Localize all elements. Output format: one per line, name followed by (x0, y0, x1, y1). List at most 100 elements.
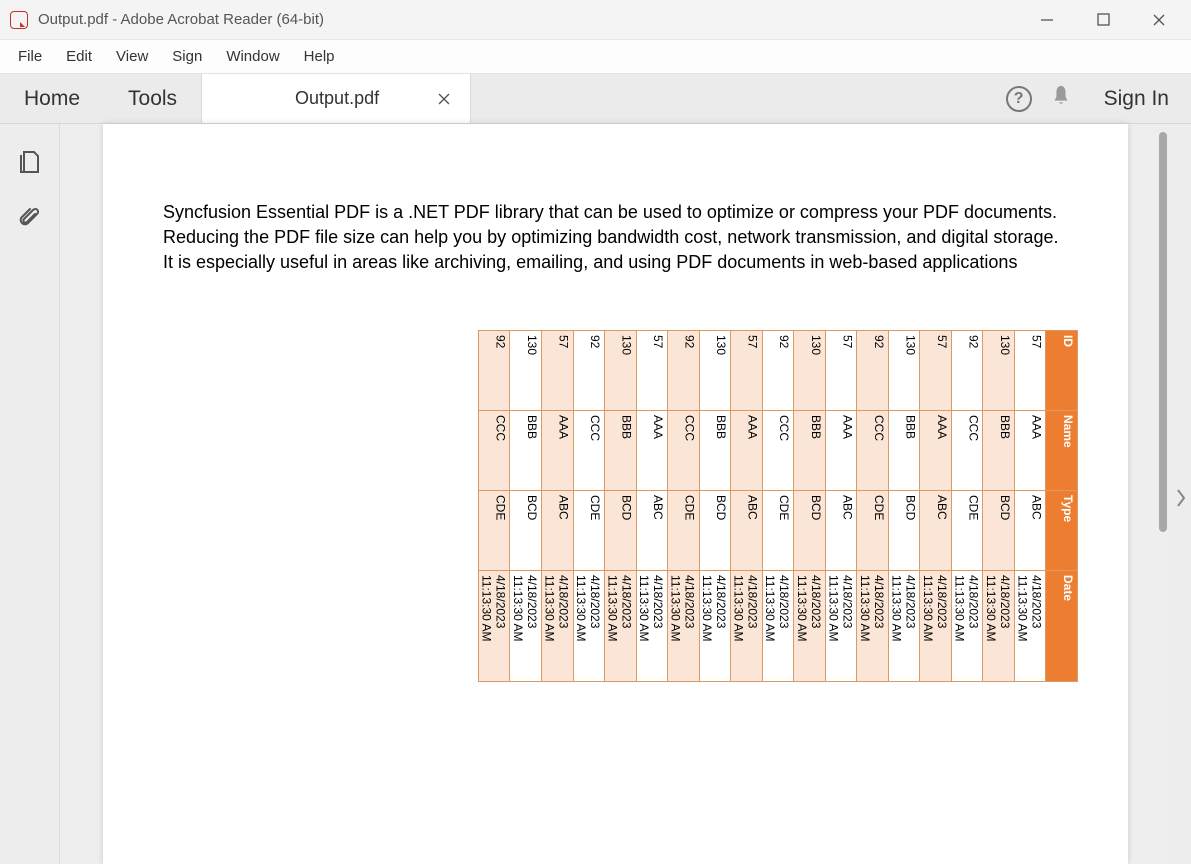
table-cell-id: 130 (605, 331, 636, 411)
table-cell-id: 130 (889, 331, 920, 411)
table-row: 130BBBBCD4/18/2023 11:13:30 AM (982, 331, 1014, 681)
table-cell-date: 4/18/2023 11:13:30 AM (889, 571, 920, 681)
title-bar: Output.pdf - Adobe Acrobat Reader (64-bi… (0, 0, 1191, 40)
table-cell-type: BCD (510, 491, 541, 571)
help-icon[interactable]: ? (1006, 86, 1032, 112)
table-cell-date: 4/18/2023 11:13:30 AM (983, 571, 1014, 681)
table-cell-name: AAA (731, 411, 762, 491)
table-cell-type: ABC (1015, 491, 1046, 571)
table-cell-date: 4/18/2023 11:13:30 AM (920, 571, 951, 681)
tab-home[interactable]: Home (0, 74, 104, 123)
table-cell-name: CCC (479, 411, 510, 491)
tab-row: Home Tools Output.pdf ? Sign In (0, 74, 1191, 124)
table-cell-type: ABC (542, 491, 573, 571)
table-cell-id: 130 (983, 331, 1014, 411)
table-cell-name: BBB (889, 411, 920, 491)
table-cell-name: CCC (763, 411, 794, 491)
table-cell-name: BBB (700, 411, 731, 491)
window-title: Output.pdf - Adobe Acrobat Reader (64-bi… (38, 11, 324, 28)
table-cell-date: 4/18/2023 11:13:30 AM (952, 571, 983, 681)
table-cell-date: 4/18/2023 11:13:30 AM (826, 571, 857, 681)
table-header-id: ID (1046, 331, 1077, 411)
table-row: 57AAAABC4/18/2023 11:13:30 AM (730, 331, 762, 681)
table-row: 92CCCCDE4/18/2023 11:13:30 AM (856, 331, 888, 681)
left-tool-rail (0, 124, 60, 864)
table-row: 92CCCCDE4/18/2023 11:13:30 AM (951, 331, 983, 681)
next-page-arrow[interactable] (1173, 484, 1189, 512)
menu-file[interactable]: File (6, 42, 54, 71)
table-cell-id: 92 (574, 331, 605, 411)
tab-tools[interactable]: Tools (104, 74, 201, 123)
table-cell-name: CCC (574, 411, 605, 491)
scrollbar-thumb[interactable] (1159, 132, 1167, 532)
table-cell-id: 130 (700, 331, 731, 411)
sign-in-button[interactable]: Sign In (1082, 74, 1191, 123)
minimize-button[interactable] (1019, 0, 1075, 40)
table-cell-name: AAA (920, 411, 951, 491)
document-tab[interactable]: Output.pdf (201, 74, 471, 123)
table-cell-id: 92 (763, 331, 794, 411)
maximize-button[interactable] (1075, 0, 1131, 40)
table-cell-date: 4/18/2023 11:13:30 AM (794, 571, 825, 681)
table-cell-date: 4/18/2023 11:13:30 AM (731, 571, 762, 681)
table-cell-date: 4/18/2023 11:13:30 AM (510, 571, 541, 681)
table-cell-date: 4/18/2023 11:13:30 AM (668, 571, 699, 681)
table-row: 130BBBBCD4/18/2023 11:13:30 AM (509, 331, 541, 681)
table-cell-type: BCD (889, 491, 920, 571)
menu-view[interactable]: View (104, 42, 160, 71)
table-cell-name: CCC (857, 411, 888, 491)
table-cell-name: AAA (826, 411, 857, 491)
table-cell-type: CDE (857, 491, 888, 571)
workspace: Syncfusion Essential PDF is a .NET PDF l… (0, 124, 1191, 864)
pdf-page: Syncfusion Essential PDF is a .NET PDF l… (103, 124, 1128, 864)
menu-window[interactable]: Window (214, 42, 291, 71)
menu-bar: File Edit View Sign Window Help (0, 40, 1191, 74)
table-cell-id: 92 (857, 331, 888, 411)
table-cell-name: BBB (510, 411, 541, 491)
table-cell-type: ABC (920, 491, 951, 571)
menu-help[interactable]: Help (292, 42, 347, 71)
table-cell-name: AAA (637, 411, 668, 491)
table-cell-name: CCC (668, 411, 699, 491)
table-cell-type: ABC (826, 491, 857, 571)
table-cell-name: BBB (983, 411, 1014, 491)
right-rail (1171, 124, 1191, 864)
menu-edit[interactable]: Edit (54, 42, 104, 71)
table-cell-id: 57 (920, 331, 951, 411)
table-cell-date: 4/18/2023 11:13:30 AM (1015, 571, 1046, 681)
table-row: 130BBBBCD4/18/2023 11:13:30 AM (793, 331, 825, 681)
table-row: 57AAAABC4/18/2023 11:13:30 AM (825, 331, 857, 681)
attachments-button[interactable] (16, 204, 44, 232)
table-cell-type: CDE (479, 491, 510, 571)
document-tab-close[interactable] (432, 87, 456, 111)
table-cell-type: CDE (952, 491, 983, 571)
table-cell-id: 57 (637, 331, 668, 411)
table-cell-id: 57 (1015, 331, 1046, 411)
table-cell-type: CDE (668, 491, 699, 571)
window-controls (1019, 0, 1187, 40)
table-row: 57AAAABC4/18/2023 11:13:30 AM (541, 331, 573, 681)
table-header-name: Name (1046, 411, 1077, 491)
table-cell-id: 130 (510, 331, 541, 411)
table-cell-id: 92 (668, 331, 699, 411)
table-cell-name: BBB (794, 411, 825, 491)
pages-icon (17, 149, 43, 175)
data-table: IDNameTypeDate57AAAABC4/18/2023 11:13:30… (478, 330, 1078, 682)
table-cell-type: BCD (700, 491, 731, 571)
table-cell-date: 4/18/2023 11:13:30 AM (700, 571, 731, 681)
document-viewport: Syncfusion Essential PDF is a .NET PDF l… (60, 124, 1171, 864)
scrollbar-track[interactable] (1157, 132, 1169, 862)
table-cell-id: 92 (479, 331, 510, 411)
close-button[interactable] (1131, 0, 1187, 40)
document-tab-title: Output.pdf (242, 88, 432, 109)
table-cell-id: 57 (826, 331, 857, 411)
table-row: 92CCCCDE4/18/2023 11:13:30 AM (762, 331, 794, 681)
menu-sign[interactable]: Sign (160, 42, 214, 71)
notifications-icon[interactable] (1050, 84, 1072, 113)
table-cell-type: BCD (605, 491, 636, 571)
acrobat-app-icon (10, 11, 28, 29)
page-thumbnails-button[interactable] (16, 148, 44, 176)
paperclip-icon (17, 205, 43, 231)
table-row: 57AAAABC4/18/2023 11:13:30 AM (919, 331, 951, 681)
table-cell-id: 57 (731, 331, 762, 411)
